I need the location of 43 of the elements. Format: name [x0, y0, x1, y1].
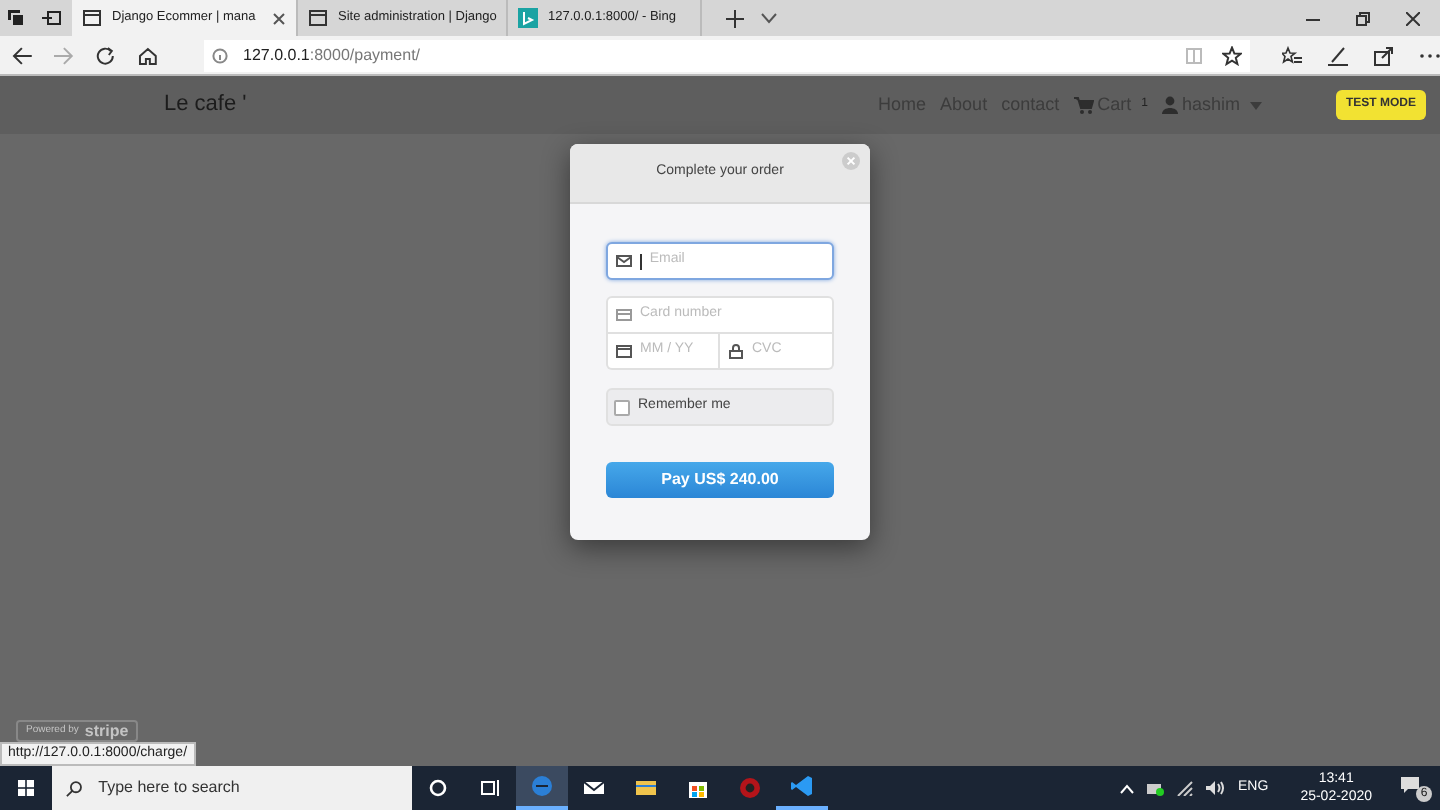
calendar-icon — [616, 343, 632, 359]
close-icon[interactable] — [272, 11, 286, 25]
more-icon[interactable] — [1420, 51, 1440, 59]
home-icon[interactable] — [137, 45, 157, 65]
lock-icon — [728, 343, 744, 359]
info-icon — [211, 47, 227, 63]
restore-icon[interactable] — [1356, 11, 1370, 25]
pen-icon[interactable] — [1328, 45, 1348, 65]
chevron-down-icon[interactable] — [760, 12, 778, 24]
favorites-icon[interactable] — [1282, 45, 1302, 65]
page-icon — [308, 8, 328, 28]
search-input[interactable]: Type here to search — [98, 776, 398, 800]
chevron-up-icon[interactable] — [1120, 783, 1135, 793]
back-arrow-icon[interactable] — [12, 45, 32, 65]
mail-icon[interactable] — [582, 776, 606, 800]
search-icon — [66, 779, 83, 797]
tab-stack-icon[interactable] — [6, 8, 26, 28]
credit-card-icon — [616, 307, 632, 323]
store-icon[interactable] — [686, 776, 710, 800]
set-aside-tabs-icon[interactable] — [42, 10, 62, 26]
task-view-icon[interactable] — [478, 776, 502, 800]
address-bar[interactable]: 127.0.0.1:8000/payment/ — [203, 39, 1250, 71]
cart-icon — [1073, 96, 1094, 114]
code-editor-icon[interactable] — [790, 774, 814, 798]
close-icon[interactable] — [1406, 11, 1420, 25]
envelope-icon — [616, 253, 632, 269]
search-field[interactable]: Type here to search — [52, 766, 412, 810]
speaker-icon[interactable] — [1206, 780, 1227, 796]
browser-icon[interactable] — [530, 774, 554, 798]
bing-logo-icon — [518, 8, 538, 28]
refresh-icon[interactable] — [95, 45, 116, 65]
battery-icon[interactable] — [1146, 781, 1165, 795]
share-icon[interactable] — [1374, 45, 1394, 65]
user-icon — [1161, 96, 1178, 114]
star-icon[interactable] — [1222, 45, 1242, 65]
new-tab-icon[interactable] — [726, 9, 744, 27]
folder-icon[interactable] — [634, 776, 658, 800]
windows-logo-icon[interactable] — [18, 780, 34, 796]
caret-icon — [1249, 101, 1262, 109]
notification-icon[interactable] — [1400, 776, 1420, 794]
page-icon — [82, 8, 102, 28]
url-text: 127.0.0.1:8000/payment/ — [243, 43, 421, 67]
cortana-icon[interactable] — [426, 776, 450, 800]
